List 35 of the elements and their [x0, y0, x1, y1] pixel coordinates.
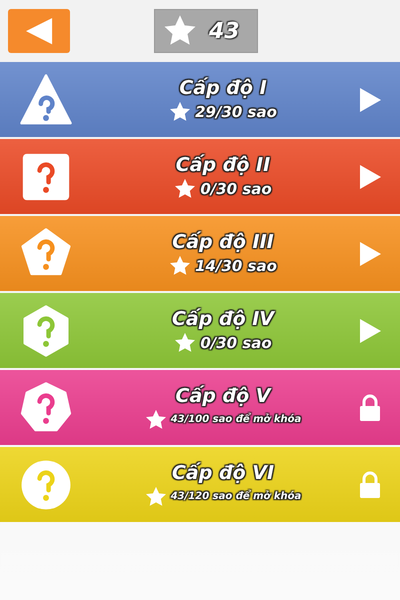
level-title: Cấp độ II — [176, 154, 270, 176]
star-progress: 14/30 sao — [195, 256, 277, 274]
star-progress: 43/120 sao để mở khóa — [170, 491, 302, 502]
play-icon — [358, 164, 382, 190]
level-title: Cấp độ I — [179, 76, 267, 98]
back-button[interactable]: ◀ — [8, 9, 70, 53]
level-row[interactable]: Cấp độ IV 0/30 sao — [0, 293, 400, 368]
play-icon — [358, 240, 382, 266]
star-icon — [174, 178, 196, 200]
question-icon — [20, 380, 72, 434]
level-row[interactable]: Cấp độ VI 43/120 sao để mở khóa — [0, 447, 400, 522]
star-icon — [169, 100, 192, 122]
lock-icon — [358, 470, 382, 500]
level-row[interactable]: Cấp độ I 29/30 sao — [0, 62, 400, 137]
level-title: Cấp độ V — [176, 384, 270, 406]
lock-icon — [358, 392, 382, 422]
play-icon — [358, 318, 382, 344]
level-title: Cấp độ III — [172, 230, 274, 252]
level-title: Cấp độ IV — [172, 308, 274, 330]
star-progress: 43/100 sao để mở khóa — [170, 414, 302, 425]
star-count: 43 — [209, 18, 240, 44]
level-row[interactable]: Cấp độ II 0/30 sao — [0, 139, 400, 214]
level-title: Cấp độ VI — [172, 462, 274, 484]
play-icon — [358, 86, 382, 112]
star-icon — [144, 408, 167, 430]
star-icon — [144, 486, 167, 508]
star-icon — [174, 332, 196, 354]
star-progress: 29/30 sao — [195, 102, 277, 120]
level-row[interactable]: Cấp độ III 14/30 sao — [0, 216, 400, 291]
star-progress: 0/30 sao — [200, 180, 272, 198]
question-icon — [20, 72, 72, 126]
level-row[interactable]: Cấp độ V 43/100 sao để mở khóa — [0, 370, 400, 445]
question-icon — [20, 458, 72, 512]
star-progress: 0/30 sao — [200, 334, 272, 352]
star-icon — [169, 254, 192, 276]
